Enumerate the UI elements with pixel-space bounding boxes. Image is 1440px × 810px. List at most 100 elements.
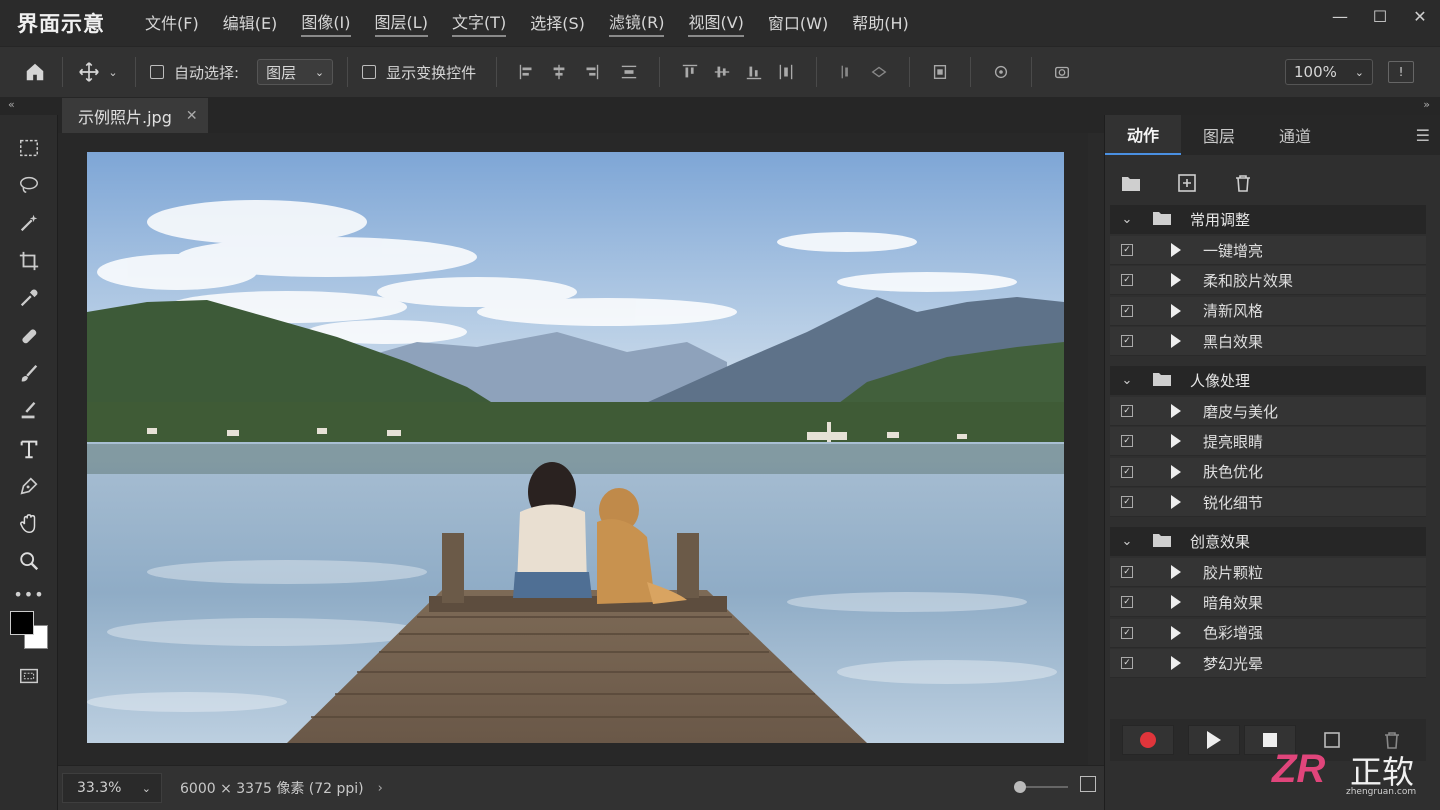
- magic-wand-tool-icon[interactable]: [14, 208, 44, 238]
- action-enabled-checkbox[interactable]: ✓: [1121, 626, 1133, 639]
- chevron-down-icon[interactable]: ⌄: [1114, 212, 1140, 227]
- home-icon[interactable]: [22, 59, 48, 85]
- align-bottom-icon[interactable]: [744, 62, 764, 82]
- brush-tool-icon[interactable]: [14, 359, 44, 389]
- auto-select-dropdown[interactable]: 图层 ⌄: [257, 59, 334, 85]
- image-icon[interactable]: [1080, 776, 1096, 792]
- tab-channels[interactable]: 通道: [1257, 115, 1333, 155]
- align-top-icon[interactable]: [680, 62, 700, 82]
- action-enabled-checkbox[interactable]: ✓: [1121, 566, 1133, 578]
- menu-edit[interactable]: 编辑(E): [223, 10, 278, 36]
- action-enabled-checkbox[interactable]: ✓: [1121, 304, 1133, 317]
- action-row[interactable]: ✓ 色彩增强: [1110, 618, 1426, 648]
- distribute-icon[interactable]: [619, 62, 639, 82]
- menu-select[interactable]: 选择(S): [530, 10, 585, 36]
- play-icon[interactable]: [1171, 656, 1181, 671]
- move-tool-icon[interactable]: [77, 60, 101, 84]
- auto-align-icon[interactable]: [930, 62, 950, 82]
- camera-icon[interactable]: [1052, 62, 1072, 82]
- crop-tool-icon[interactable]: [14, 246, 44, 276]
- play-icon[interactable]: [1171, 273, 1181, 288]
- play-icon[interactable]: [1171, 334, 1181, 349]
- distribute-vertical-icon[interactable]: [776, 62, 796, 82]
- play-icon[interactable]: [1171, 464, 1181, 479]
- play-icon[interactable]: [1171, 434, 1181, 449]
- close-button[interactable]: ✕: [1400, 0, 1440, 32]
- play-icon[interactable]: [1171, 303, 1181, 318]
- chevron-down-icon[interactable]: ⌄: [105, 66, 121, 79]
- menu-help[interactable]: 帮助(H): [852, 10, 909, 36]
- menu-filter[interactable]: 滤镜(R): [608, 9, 665, 37]
- align-hcenter-icon[interactable]: [549, 62, 569, 82]
- menu-view[interactable]: 视图(V): [688, 9, 744, 37]
- close-icon[interactable]: ✕: [186, 108, 198, 124]
- panel-menu-icon[interactable]: ☰: [1416, 126, 1430, 145]
- action-row[interactable]: ✓ 暗角效果: [1110, 588, 1426, 618]
- action-set-row[interactable]: ⌄ 创意效果: [1110, 527, 1426, 556]
- type-tool-icon[interactable]: [14, 434, 44, 464]
- hand-tool-icon[interactable]: [14, 509, 44, 539]
- menu-window[interactable]: 窗口(W): [768, 10, 828, 36]
- action-row[interactable]: ✓ 提亮眼睛: [1110, 427, 1426, 457]
- zoom-dropdown[interactable]: 100% ⌄: [1285, 59, 1373, 85]
- pen-tool-icon[interactable]: [14, 471, 44, 501]
- action-enabled-checkbox[interactable]: ✓: [1121, 657, 1133, 670]
- action-row[interactable]: ✓ 一键增亮: [1110, 236, 1426, 265]
- action-row[interactable]: ✓ 梦幻光晕: [1110, 649, 1426, 679]
- action-enabled-checkbox[interactable]: ✓: [1121, 596, 1133, 609]
- tab-layers[interactable]: 图层: [1181, 115, 1257, 155]
- auto-select-checkbox[interactable]: [150, 65, 164, 79]
- action-row[interactable]: ✓ 肤色优化: [1110, 457, 1426, 487]
- action-enabled-checkbox[interactable]: ✓: [1121, 496, 1133, 509]
- lasso-tool-icon[interactable]: [14, 170, 44, 200]
- play-button[interactable]: [1188, 725, 1240, 755]
- align-vcenter-icon[interactable]: [712, 62, 732, 82]
- tab-actions[interactable]: 动作: [1105, 115, 1181, 155]
- vertical-scrollbar[interactable]: [1088, 133, 1104, 765]
- stamp-tool-icon[interactable]: [14, 396, 44, 426]
- new-action-icon[interactable]: [1175, 171, 1199, 195]
- cloud-icon[interactable]: [991, 62, 1011, 82]
- action-row[interactable]: ✓ 磨皮与美化: [1110, 397, 1426, 426]
- action-enabled-checkbox[interactable]: ✓: [1121, 465, 1133, 478]
- menu-file[interactable]: 文件(F): [145, 10, 199, 36]
- action-enabled-checkbox[interactable]: ✓: [1121, 274, 1133, 287]
- foreground-color-swatch[interactable]: [10, 611, 34, 635]
- action-set-row[interactable]: ⌄ 常用调整: [1110, 205, 1426, 234]
- quick-mask-icon[interactable]: [14, 661, 44, 691]
- action-enabled-checkbox[interactable]: ✓: [1121, 335, 1133, 348]
- more-tools-icon[interactable]: •••: [13, 579, 44, 609]
- zoom-tool-icon[interactable]: [14, 546, 44, 576]
- menu-image[interactable]: 图像(I): [301, 9, 351, 37]
- zoom-slider-handle[interactable]: [1014, 781, 1026, 793]
- distribute-spacing-icon[interactable]: [837, 62, 857, 82]
- play-icon[interactable]: [1171, 404, 1181, 418]
- play-icon[interactable]: [1171, 595, 1181, 610]
- trash-icon[interactable]: [1231, 171, 1255, 195]
- action-row[interactable]: ✓ 锐化细节: [1110, 488, 1426, 518]
- marquee-tool-icon[interactable]: [14, 133, 44, 163]
- show-transform-checkbox[interactable]: [362, 65, 377, 79]
- action-enabled-checkbox[interactable]: ✓: [1121, 244, 1133, 256]
- collapse-right-icon[interactable]: »: [1423, 98, 1430, 111]
- action-row[interactable]: ✓ 黑白效果: [1110, 327, 1426, 357]
- action-enabled-checkbox[interactable]: ✓: [1121, 405, 1133, 417]
- action-set-row[interactable]: ⌄ 人像处理: [1110, 366, 1426, 395]
- document-tab[interactable]: 示例照片.jpg ✕: [62, 98, 208, 133]
- action-row[interactable]: ✓ 清新风格: [1110, 296, 1426, 326]
- menu-layer[interactable]: 图层(L): [374, 9, 428, 37]
- share-icon[interactable]: !: [1388, 61, 1414, 83]
- action-row[interactable]: ✓ 胶片颗粒: [1110, 558, 1426, 587]
- action-row[interactable]: ✓ 柔和胶片效果: [1110, 266, 1426, 296]
- eyedropper-tool-icon[interactable]: [14, 283, 44, 313]
- record-button[interactable]: [1122, 725, 1174, 755]
- play-icon[interactable]: [1171, 625, 1181, 640]
- action-enabled-checkbox[interactable]: ✓: [1121, 435, 1133, 448]
- 3d-mode-icon[interactable]: [869, 62, 889, 82]
- play-icon[interactable]: [1171, 565, 1181, 579]
- align-left-icon[interactable]: [517, 62, 537, 82]
- healing-brush-tool-icon[interactable]: [14, 321, 44, 351]
- menu-type[interactable]: 文字(T): [451, 9, 507, 37]
- status-zoom-field[interactable]: 33.3% ⌄: [62, 773, 162, 803]
- new-set-folder-icon[interactable]: [1119, 171, 1143, 195]
